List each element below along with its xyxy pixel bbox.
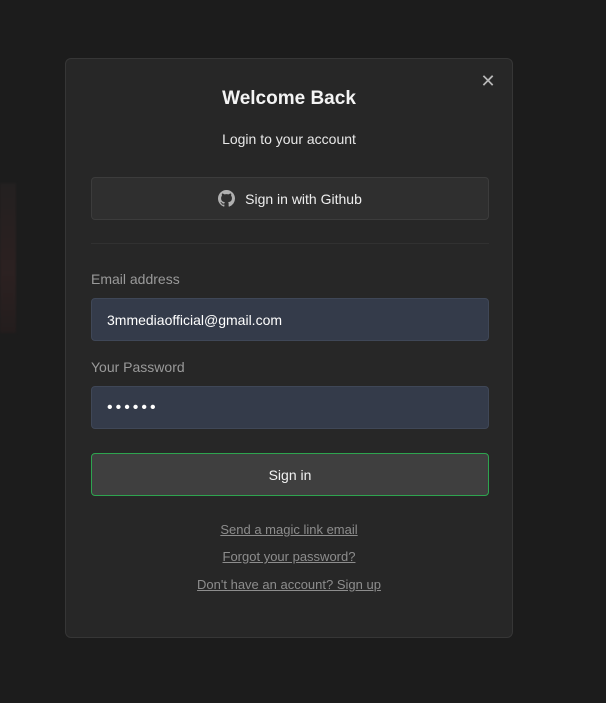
password-field[interactable]: [91, 386, 489, 429]
password-label: Your Password: [91, 359, 185, 375]
background-panel-edge: [0, 183, 16, 333]
email-label: Email address: [91, 271, 180, 287]
login-modal: ✕ Welcome Back Login to your account Sig…: [65, 58, 513, 638]
modal-title: Welcome Back: [222, 88, 356, 109]
github-icon: [218, 190, 236, 207]
github-signin-label: Sign in with Github: [245, 190, 362, 207]
modal-subtitle: Login to your account: [222, 131, 356, 147]
sign-up-link[interactable]: Don't have an account? Sign up: [66, 577, 512, 592]
sign-in-button[interactable]: Sign in: [91, 453, 489, 496]
forgot-password-link[interactable]: Forgot your password?: [66, 549, 512, 564]
github-signin-button[interactable]: Sign in with Github: [91, 177, 489, 220]
magic-link-email-link[interactable]: Send a magic link email: [66, 522, 512, 537]
email-field[interactable]: [91, 298, 489, 341]
divider: [91, 243, 489, 244]
